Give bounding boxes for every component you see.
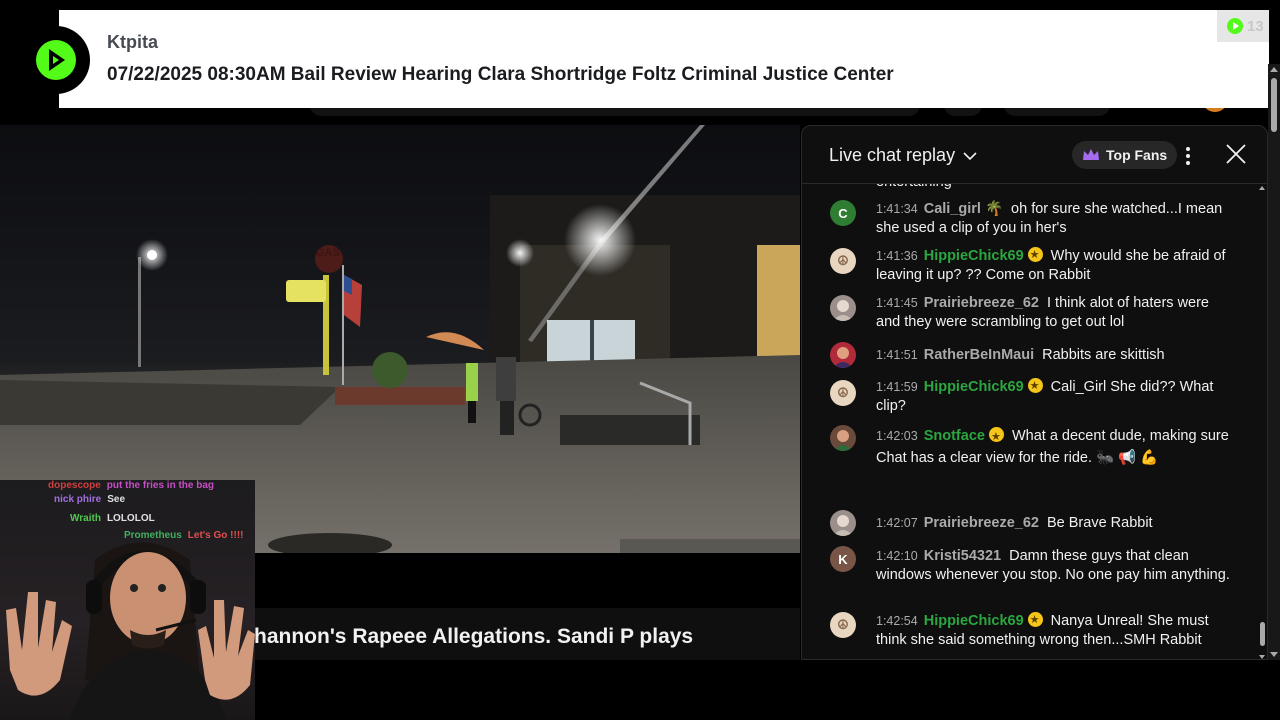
chat-title: Live chat replay (829, 145, 956, 165)
avatar (830, 342, 856, 368)
message-timestamp: 1:41:45 (876, 296, 918, 310)
message-timestamp: 1:42:07 (876, 516, 918, 530)
truncated-message: entertaining (876, 184, 1236, 192)
message-author[interactable]: Prairiebreeze_62 (924, 515, 1039, 531)
chat-message: 1:41:51 RatherBeInMaui Rabbits are skittis… (876, 346, 1236, 365)
message-author[interactable]: HippieChick69 (924, 248, 1024, 264)
chat-message: 1:41:36HippieChick69Why would she be afr… (876, 246, 1236, 285)
chat-message: 1:41:45 Prairiebreeze_62 I think alot of h… (876, 294, 1236, 332)
chat-message: 1:42:07 Prairiebreeze_62 Be Brave Rabbit (876, 514, 1236, 533)
chat-message: 1:42:03SnotfaceWhat a decent dude, makin… (876, 425, 1236, 469)
message-author[interactable]: Cali_girl 🌴 (924, 201, 1003, 217)
scroll-up-arrow-icon[interactable] (1270, 67, 1278, 72)
page-scroll-thumb[interactable] (1271, 78, 1277, 132)
chat-scroll-down-icon[interactable] (1259, 655, 1265, 659)
live-chat-panel: Live chat replay Top Fans entertaining C… (801, 125, 1268, 660)
message-timestamp: 1:42:03 (876, 429, 918, 443)
close-icon[interactable] (1224, 142, 1248, 166)
chat-message: 1:41:59HippieChick69Cali_Girl She did?? … (876, 377, 1236, 416)
chat-message: 1:42:54HippieChick69Nanya Unreal! She mu… (876, 611, 1236, 650)
top-fans-button[interactable]: Top Fans (1072, 141, 1178, 169)
video-title-text: hannon's Rapeee Allegations. Sandi P pla… (254, 625, 694, 648)
message-timestamp: 1:41:51 (876, 348, 918, 362)
chat-scrollbar[interactable] (1259, 184, 1267, 659)
avatar-initial: K (838, 551, 848, 567)
peace-icon: ☮ (837, 253, 849, 268)
chat-message-list[interactable]: entertaining C 1:41:34Cali_girl 🌴oh for … (802, 184, 1267, 659)
message-author[interactable]: Prairiebreeze_62 (924, 295, 1039, 311)
message-text: Be Brave Rabbit (1047, 515, 1153, 531)
message-timestamp: 1:41:34 (876, 202, 918, 216)
chat-scroll-up-icon[interactable] (1259, 186, 1265, 190)
avatar (830, 425, 856, 451)
kick-logo-icon[interactable] (22, 26, 90, 94)
chat-message: 1:42:10 Kristi54321 Damn these guys that c… (876, 547, 1236, 585)
crown-icon (1083, 149, 1099, 160)
channel-name[interactable]: Ktpita (107, 32, 158, 53)
message-author[interactable]: RatherBeInMaui (924, 347, 1034, 363)
chat-mode-dropdown[interactable]: Live chat replay (829, 145, 977, 166)
webcam-overlay: dopescope put the fries in the bag nick p… (0, 480, 255, 720)
stream-title: 07/22/2025 08:30AM Bail Review Hearing C… (107, 64, 894, 85)
avatar-initial: C (838, 205, 848, 221)
peace-sign-avatar: ☮ (830, 248, 856, 274)
message-timestamp: 1:42:10 (876, 549, 918, 563)
message-author[interactable]: HippieChick69 (924, 379, 1024, 395)
member-badge-icon (988, 426, 1004, 448)
peace-sign-avatar: ☮ (830, 612, 856, 638)
chat-message: 1:41:34 Cali_girl 🌴 oh for sure she watche… (876, 200, 1236, 238)
viewer-count: 13 (1247, 17, 1264, 35)
avatar: K (830, 546, 856, 572)
peace-icon: ☮ (837, 385, 849, 400)
scroll-down-arrow-icon[interactable] (1270, 652, 1278, 657)
member-badge-icon (1027, 377, 1043, 396)
message-author[interactable]: Snotface (924, 428, 985, 444)
message-author[interactable]: Kristi54321 (924, 548, 1001, 564)
gas-sign-text: GAS (316, 247, 340, 259)
play-icon (1227, 18, 1243, 34)
chat-header: Live chat replay Top Fans (802, 126, 1267, 184)
viewer-count-badge: 13 (1217, 10, 1269, 42)
member-badge-icon (1027, 611, 1043, 630)
top-fans-label: Top Fans (1106, 147, 1168, 163)
peace-sign-avatar: ☮ (830, 380, 856, 406)
message-timestamp: 1:42:54 (876, 614, 918, 628)
peace-icon: ☮ (837, 617, 849, 632)
chat-scroll-thumb[interactable] (1260, 622, 1265, 646)
more-options-icon[interactable] (1178, 145, 1198, 165)
chevron-down-icon (963, 151, 977, 160)
avatar: C (830, 200, 856, 226)
message-timestamp: 1:41:59 (876, 380, 918, 394)
stream-banner: Ktpita 07/22/2025 08:30AM Bail Review He… (59, 10, 1269, 108)
author-name: Cali_girl (923, 201, 981, 217)
message-timestamp: 1:41:36 (876, 249, 918, 263)
palm-tree-icon: 🌴 (984, 201, 1004, 217)
page-scrollbar[interactable] (1268, 64, 1280, 660)
message-author[interactable]: HippieChick69 (924, 613, 1024, 629)
avatar (830, 295, 856, 321)
member-badge-icon (1027, 246, 1043, 265)
streamer-figure (6, 542, 255, 720)
avatar (830, 510, 856, 536)
message-text: Rabbits are skittish (1042, 347, 1165, 363)
